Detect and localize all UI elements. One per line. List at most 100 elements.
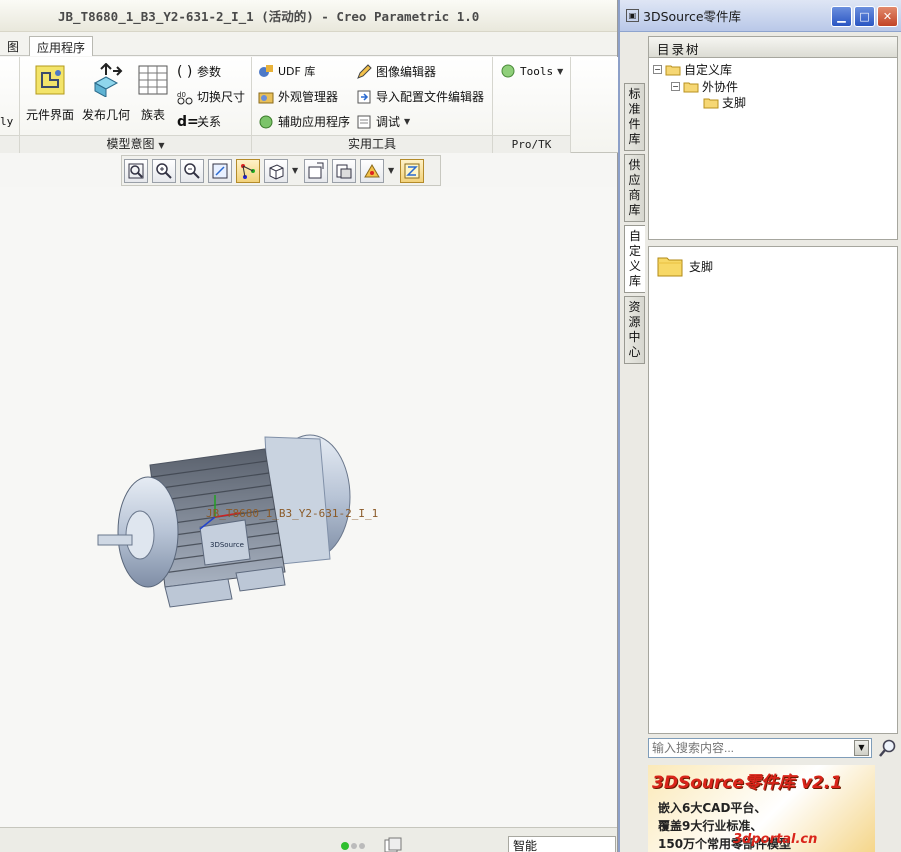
ribbon-group-partial: ly (0, 57, 20, 153)
family-table-icon (138, 65, 168, 95)
spin-center-dropdown-icon[interactable]: ▼ (388, 166, 396, 175)
graphics-area[interactable]: 3DSource JB_T8680_1_B3_Y2-631-2_I_1 (0, 187, 617, 827)
debug-dropdown-icon[interactable]: ▼ (404, 117, 410, 126)
directory-tree[interactable]: − 自定义库 − 外协件 支脚 (648, 58, 898, 240)
tab-applications[interactable]: 应用程序 (29, 36, 94, 56)
tools-dropdown-icon[interactable]: ▼ (557, 67, 563, 76)
creo-window: JB_T8680_1_B3_Y2-631-2_I_1 (活动的) - Creo … (0, 0, 618, 852)
promo-banner[interactable]: 3DSource零件库 v2.1 嵌入6大CAD平台、 覆盖9大行业标准、 15… (648, 765, 875, 852)
ribbon-group-model-intent: 元件界面 发布几何 族表 () 参数 d0 切换尺寸 d= 关系 模型意图 ▼ (20, 57, 252, 153)
parameters-button[interactable]: ( ) 参数 (177, 63, 221, 80)
switch-dimensions-label: 切换尺寸 (197, 90, 246, 104)
tree-node-outsourced[interactable]: − 外协件 (671, 78, 738, 95)
side-tab-label: 资源中心 (628, 300, 641, 359)
side-tab-label: 自定义库 (628, 229, 641, 288)
search-icon[interactable] (878, 738, 898, 758)
appearance-manager-label: 外观管理器 (278, 90, 339, 104)
collapse-icon[interactable]: − (671, 82, 680, 91)
motor-model[interactable]: 3DSource JB_T8680_1_B3_Y2-631-2_I_1 (0, 187, 617, 827)
tree-node-feet[interactable]: 支脚 (703, 94, 746, 111)
window-menu-icon[interactable]: ▣ (626, 9, 639, 22)
ribbon-tabs: 图 应用程序 (0, 32, 617, 56)
appearance-manager-button[interactable]: 外观管理器 (258, 88, 338, 105)
utilities-group-label: 实用工具 (252, 135, 492, 153)
search-dropdown-icon[interactable]: ▼ (854, 740, 869, 756)
panel-titlebar: ▣ 3DSource零件库 ▁ □ ✕ (620, 0, 901, 32)
publish-geometry-button[interactable]: 发布几何 (80, 62, 132, 123)
tab-view-partial[interactable]: 图 (0, 36, 26, 56)
tools-button[interactable]: Tools ▼ (500, 63, 563, 79)
repaint-icon[interactable] (208, 158, 232, 183)
list-item-label: 支脚 (689, 259, 714, 274)
saved-views-icon[interactable] (304, 158, 328, 183)
tree-label: 外协件 (702, 80, 739, 94)
folder-icon (703, 98, 719, 108)
spin-center-icon[interactable] (360, 158, 384, 183)
ribbon-group-protk: Tools ▼ Pro/TK (493, 57, 571, 153)
ribbon: ly 元件界面 发布几何 族表 () 参数 d0 切换尺寸 d= 关系 模型意… (0, 57, 618, 153)
tree-node-custom-library[interactable]: − 自定义库 (653, 61, 732, 78)
pencil-icon (357, 63, 372, 79)
image-editor-button[interactable]: 图像编辑器 (356, 63, 436, 80)
annotation-display-icon[interactable] (400, 158, 424, 183)
close-icon[interactable]: ✕ (877, 6, 898, 27)
tab-resource-center[interactable]: 资源中心 (624, 296, 645, 364)
tools-icon (501, 64, 515, 78)
datum-display-icon[interactable] (236, 158, 260, 183)
auxiliary-app-button[interactable]: 辅助应用程序 (258, 113, 350, 130)
switch-dimensions-icon: d0 (177, 91, 193, 104)
folder-open-icon (683, 82, 699, 92)
component-interface-icon (35, 65, 65, 95)
screen: JB_T8680_1_B3_Y2-631-2_I_1 (活动的) - Creo … (0, 0, 901, 852)
tree-label: 自定义库 (684, 63, 733, 77)
import-config-icon (357, 90, 371, 103)
side-tab-label: 供应商库 (628, 158, 641, 217)
selection-filter[interactable]: 智能 (508, 836, 616, 852)
component-interface-button[interactable]: 元件界面 (24, 63, 76, 123)
model-name-annotation: JB_T8680_1_B3_Y2-631-2_I_1 (206, 507, 378, 520)
component-interface-label: 元件界面 (25, 108, 74, 122)
tab-custom-library[interactable]: 自定义库 (624, 225, 645, 293)
partial-label: ly (0, 115, 14, 128)
relations-button[interactable]: d= 关系 (177, 113, 221, 130)
collapse-icon[interactable]: − (653, 65, 662, 74)
udf-library-button[interactable]: UDF 库 (258, 63, 315, 79)
list-item[interactable]: 支脚 (657, 255, 713, 277)
zoom-in-icon[interactable] (152, 158, 176, 183)
debug-label: 调试 (376, 115, 401, 129)
file-list[interactable]: 支脚 (648, 246, 898, 734)
maximize-icon[interactable]: □ (854, 6, 875, 27)
tab-standard-parts[interactable]: 标准件库 (624, 83, 645, 151)
display-style-dropdown-icon[interactable]: ▼ (292, 166, 300, 175)
udf-library-label: UDF 库 (278, 65, 316, 78)
status-lights-icon (341, 842, 365, 850)
ribbon-group-utilities: UDF 库 外观管理器 辅助应用程序 图像编辑器 导入配置文件编辑器 调试 ▼ … (252, 57, 493, 153)
folder-icon (657, 257, 683, 277)
tab-suppliers[interactable]: 供应商库 (624, 154, 645, 222)
publish-geometry-icon (93, 62, 123, 98)
3dsource-panel: ▣ 3DSource零件库 ▁ □ ✕ 标准件库 供应商库 自定义库 资源中心 … (618, 0, 901, 852)
debug-button[interactable]: 调试 ▼ (356, 113, 410, 130)
tree-label: 支脚 (722, 96, 747, 110)
zoom-fit-icon[interactable] (124, 158, 148, 183)
display-style-icon[interactable] (264, 158, 288, 183)
side-tab-label: 标准件库 (628, 87, 641, 146)
model-intent-group-label[interactable]: 模型意图 ▼ (20, 135, 251, 153)
partial-group-label (0, 135, 19, 153)
layers-icon[interactable] (332, 158, 356, 183)
switch-dimensions-button[interactable]: d0 切换尺寸 (177, 88, 245, 105)
import-config-editor-button[interactable]: 导入配置文件编辑器 (356, 88, 484, 105)
relations-icon: d= (177, 113, 199, 130)
minimize-icon[interactable]: ▁ (831, 6, 852, 27)
parameters-icon: ( ) (177, 63, 193, 80)
auxiliary-app-label: 辅助应用程序 (278, 115, 351, 129)
family-table-button[interactable]: 族表 (136, 63, 170, 123)
folder-open-icon (665, 65, 681, 75)
nameplate-text: 3DSource (210, 541, 244, 549)
model-tree-toggle-icon[interactable] (384, 837, 402, 852)
search-input[interactable] (648, 738, 872, 758)
zoom-out-icon[interactable] (180, 158, 204, 183)
appearance-manager-icon (258, 92, 274, 103)
publish-geometry-label: 发布几何 (81, 108, 130, 122)
import-config-editor-label: 导入配置文件编辑器 (376, 90, 485, 104)
